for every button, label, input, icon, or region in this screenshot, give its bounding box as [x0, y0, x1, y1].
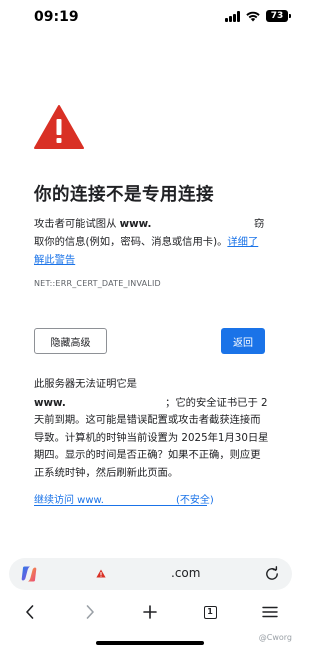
details-site: www. — [34, 396, 66, 409]
redacted-domain — [111, 567, 169, 581]
home-indicator — [96, 641, 204, 645]
redacted-domain — [155, 215, 251, 227]
hide-advanced-button[interactable]: 隐藏高级 — [34, 328, 107, 354]
back-nav-button[interactable] — [18, 601, 42, 623]
back-button[interactable]: 返回 — [221, 328, 265, 354]
copilot-icon[interactable] — [20, 565, 38, 583]
battery-icon: 73 — [266, 10, 291, 22]
new-tab-plus-icon — [143, 605, 157, 619]
status-time: 09:19 — [34, 9, 79, 25]
new-tab-button[interactable] — [138, 601, 162, 623]
status-icons: 73 — [225, 10, 291, 22]
signal-icon — [225, 10, 240, 22]
watermark: @Cworg — [258, 633, 292, 642]
not-secure-warning-icon[interactable] — [96, 569, 106, 578]
proceed-link-underline — [34, 505, 207, 506]
forward-nav-button[interactable] — [78, 601, 102, 623]
redacted-domain — [66, 394, 162, 406]
details-suffix: ；它的安全证书已于 2 天前到期。这可能是错误配置或攻击者截获连接而导致。计算机… — [34, 396, 269, 479]
url-text[interactable]: .com — [171, 566, 200, 580]
details-prefix: 此服务器无法证明它是 — [34, 378, 137, 390]
address-bar[interactable]: .com — [9, 558, 292, 590]
intro-prefix: 攻击者可能试图从 — [34, 218, 117, 230]
tabs-button[interactable]: 1 — [198, 601, 222, 623]
menu-button[interactable] — [258, 601, 282, 623]
reload-icon[interactable] — [264, 566, 280, 582]
forward-arrow-icon — [86, 605, 94, 619]
error-code: NET::ERR_CERT_DATE_INVALID — [34, 279, 161, 288]
status-bar: 09:19 73 — [0, 0, 300, 34]
proceed-unsafe-link[interactable]: 继续访问 www. (不安全) — [34, 491, 214, 506]
bottom-toolbar: 1 — [0, 593, 300, 633]
page-title: 你的连接不是专用连接 — [34, 185, 214, 205]
advanced-details: 此服务器无法证明它是 www. ；它的安全证书已于 2 天前到期。这可能是错误配… — [34, 376, 270, 482]
menu-icon — [262, 606, 278, 618]
tab-count-icon: 1 — [203, 605, 217, 619]
back-arrow-icon — [26, 605, 34, 619]
intro-site: www. — [119, 218, 152, 230]
warning-description: 攻击者可能试图从 www. 窃取你的信息(例如，密码、消息或信用卡)。详细了解此… — [34, 215, 268, 269]
wifi-icon — [246, 11, 260, 22]
warning-triangle-icon — [34, 105, 84, 149]
redacted-domain — [104, 493, 176, 503]
